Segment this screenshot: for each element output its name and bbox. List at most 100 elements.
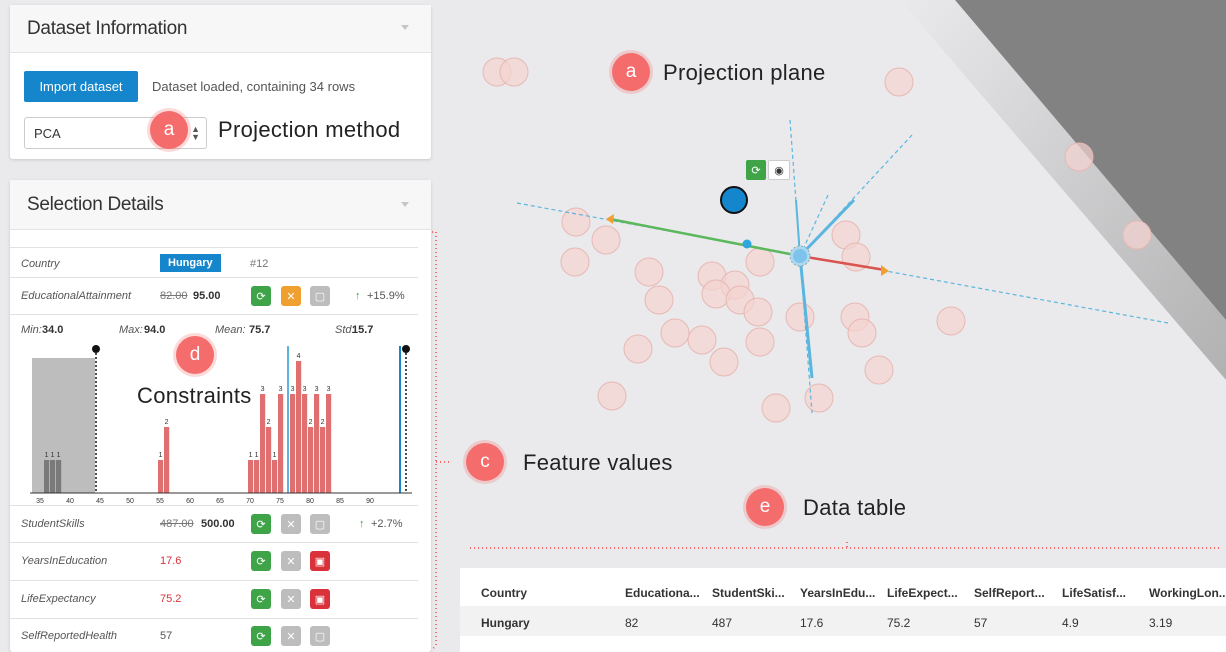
constraint-feature-button[interactable]: ✕ bbox=[281, 589, 301, 609]
refresh-icon: ⟳ bbox=[256, 555, 266, 568]
axis-marker[interactable] bbox=[742, 239, 752, 249]
table-cell[interactable]: 57 bbox=[974, 616, 987, 630]
selection-panel-title: Selection Details bbox=[27, 193, 164, 215]
reset-feature-button[interactable]: ⟳ bbox=[251, 286, 271, 306]
histogram-bar-count: 2 bbox=[165, 419, 169, 426]
histogram-tick-label: 70 bbox=[246, 498, 254, 503]
table-cell[interactable]: 3.19 bbox=[1149, 616, 1172, 630]
col-header[interactable]: LifeSatisf... bbox=[1062, 586, 1126, 600]
constraint-feature-button[interactable]: ✕ bbox=[281, 514, 301, 534]
constraint-feature-button[interactable]: ✕ bbox=[281, 626, 301, 646]
lock-feature-button[interactable]: ▣ bbox=[310, 551, 330, 571]
constraint-min-handle[interactable] bbox=[92, 345, 100, 353]
axis-handle-left[interactable] bbox=[606, 214, 614, 224]
dataset-panel-header[interactable]: Dataset Information bbox=[10, 5, 431, 53]
lock-feature-button[interactable]: ▢ bbox=[310, 514, 330, 534]
histogram-bar-count: 1 bbox=[57, 452, 61, 459]
select-arrows-icon: ▲ ▼ bbox=[191, 124, 200, 142]
reset-point-button[interactable]: ⟳ bbox=[746, 160, 766, 180]
feature-row-student-skills[interactable]: StudentSkills 487.00 500.00 ⟳ ✕ ▢ ↑ +2.7… bbox=[10, 505, 418, 543]
lock-icon: ▣ bbox=[314, 593, 326, 606]
feature-row-life-expectancy[interactable]: LifeExpectancy 75.2 ⟳ ✕ ▣ bbox=[10, 581, 418, 619]
table-cell[interactable]: 487 bbox=[712, 616, 732, 630]
feature-new-value[interactable]: 500.00 bbox=[201, 518, 235, 530]
feature-new-value[interactable]: 95.00 bbox=[193, 290, 221, 302]
feature-value[interactable]: 57 bbox=[160, 630, 172, 642]
lock-feature-button[interactable]: ▢ bbox=[310, 286, 330, 306]
histogram-tick-label: 65 bbox=[216, 498, 224, 503]
arrow-up-icon: ↑ bbox=[355, 290, 361, 302]
histogram-bar-count: 4 bbox=[297, 353, 301, 360]
feature-row-self-reported-health[interactable]: SelfReportedHealth 57 ⟳ ✕ ▢ bbox=[10, 619, 418, 652]
axis-handle-right[interactable] bbox=[881, 265, 889, 276]
histogram-bar bbox=[326, 394, 332, 493]
constraint-excluded-range bbox=[32, 358, 95, 493]
histogram-bar-count: 3 bbox=[303, 386, 307, 393]
annotation-badge-a-method: a bbox=[150, 111, 188, 149]
annotation-badge-a-plane: a bbox=[612, 53, 650, 91]
import-dataset-button[interactable]: Import dataset bbox=[24, 71, 138, 102]
col-header[interactable]: YearsInEdu... bbox=[800, 586, 875, 600]
selection-panel-header[interactable]: Selection Details bbox=[10, 180, 431, 230]
constraint-feature-button[interactable]: ✕ bbox=[281, 286, 301, 306]
histogram-bar bbox=[296, 361, 302, 493]
histogram-bar bbox=[314, 394, 320, 493]
row-index: #12 bbox=[250, 258, 269, 270]
stat-mean: 75.7 bbox=[249, 324, 271, 336]
table-cell[interactable]: Hungary bbox=[481, 616, 530, 630]
toggle-visibility-button[interactable]: ◉ bbox=[768, 160, 790, 180]
chevron-down-icon[interactable] bbox=[401, 202, 409, 207]
selected-point-core bbox=[793, 249, 807, 263]
feature-row-educational-attainment[interactable]: EducationalAttainment 82.00 95.00 ⟳ ✕ ▢ … bbox=[10, 278, 418, 315]
feature-name: EducationalAttainment bbox=[21, 290, 132, 302]
stat-std: 15.7 bbox=[352, 324, 374, 336]
col-header[interactable]: SelfReport... bbox=[974, 586, 1045, 600]
expand-icon: ✕ bbox=[286, 290, 296, 303]
lock-feature-button[interactable]: ▢ bbox=[310, 626, 330, 646]
table-cell[interactable]: 82 bbox=[625, 616, 638, 630]
table-cell[interactable]: 4.9 bbox=[1062, 616, 1079, 630]
col-header[interactable]: WorkingLon... bbox=[1149, 586, 1226, 600]
feature-change: +15.9% bbox=[367, 290, 405, 302]
col-header[interactable]: StudentSki... bbox=[712, 586, 785, 600]
histogram-tick-label: 90 bbox=[366, 498, 374, 503]
histogram-bar bbox=[290, 394, 296, 493]
green-axis[interactable] bbox=[609, 217, 801, 258]
reset-feature-button[interactable]: ⟳ bbox=[251, 551, 271, 571]
constraint-feature-button[interactable]: ✕ bbox=[281, 551, 301, 571]
stat-min-label: Min: bbox=[21, 324, 42, 336]
histogram-bar bbox=[272, 460, 278, 493]
table-cell[interactable]: 17.6 bbox=[800, 616, 823, 630]
lock-feature-button[interactable]: ▣ bbox=[310, 589, 330, 609]
table-cell[interactable]: 75.2 bbox=[887, 616, 910, 630]
refresh-icon: ⟳ bbox=[751, 164, 761, 177]
histogram-bar-count: 3 bbox=[279, 386, 283, 393]
col-header[interactable]: LifeExpect... bbox=[887, 586, 958, 600]
constraint-max-handle[interactable] bbox=[402, 345, 410, 353]
histogram-bar-count: 3 bbox=[327, 386, 331, 393]
reset-feature-button[interactable]: ⟳ bbox=[251, 626, 271, 646]
col-header[interactable]: Country bbox=[481, 586, 527, 600]
chevron-down-icon[interactable] bbox=[401, 25, 409, 30]
feature-histogram[interactable]: 1 1 1 121 13213 3432323 35 40 45 50 55 60 65 70 75 80 8… bbox=[20, 343, 418, 503]
feature-value[interactable]: 75.2 bbox=[160, 593, 181, 605]
reset-feature-button[interactable]: ⟳ bbox=[251, 514, 271, 534]
annotation-feature-values: Feature values bbox=[523, 450, 673, 475]
feature-name: SelfReportedHealth bbox=[21, 630, 118, 642]
histogram-bar bbox=[302, 394, 308, 493]
feature-row-years-in-education[interactable]: YearsInEducation 17.6 ⟳ ✕ ▣ bbox=[10, 543, 418, 581]
col-header[interactable]: Educationa... bbox=[625, 586, 700, 600]
feature-name: YearsInEducation bbox=[21, 555, 108, 567]
projected-point[interactable] bbox=[720, 186, 748, 214]
projection-method-value: PCA bbox=[34, 126, 61, 141]
stat-mean-label: Mean: bbox=[215, 324, 246, 336]
feature-name: StudentSkills bbox=[21, 518, 85, 530]
stat-min: 34.0 bbox=[42, 324, 64, 336]
histogram-bar bbox=[278, 394, 284, 493]
feature-value[interactable]: 17.6 bbox=[160, 555, 181, 567]
stat-max: 94.0 bbox=[144, 324, 166, 336]
refresh-icon: ⟳ bbox=[256, 518, 266, 531]
histogram-bar bbox=[158, 460, 164, 493]
histogram-tick-label: 40 bbox=[66, 498, 74, 503]
reset-feature-button[interactable]: ⟳ bbox=[251, 589, 271, 609]
